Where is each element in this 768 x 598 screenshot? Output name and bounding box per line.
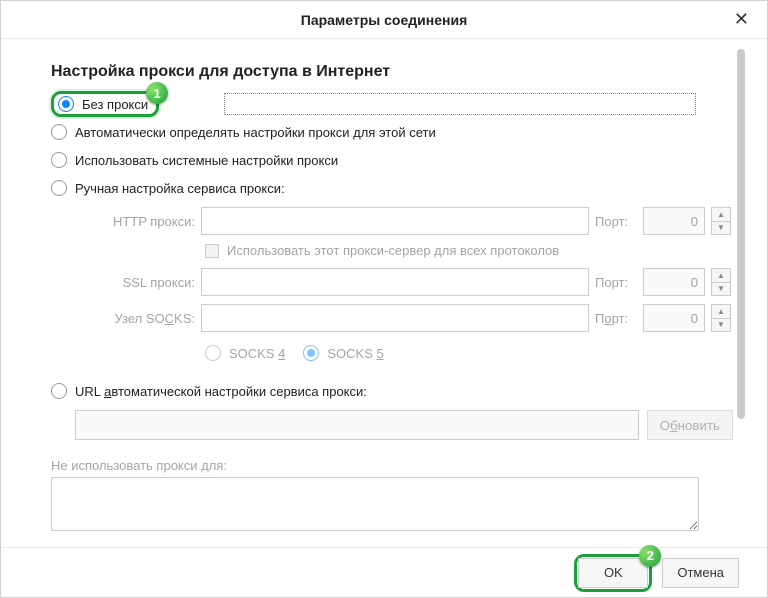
radio-no-proxy-row[interactable]: Без прокси 1 bbox=[51, 91, 733, 117]
use-for-all-checkbox[interactable] bbox=[205, 244, 219, 258]
dialog-footer: OK 2 Отмена bbox=[1, 547, 767, 597]
radio-manual-label: Ручная настройка сервиса прокси: bbox=[75, 181, 285, 196]
use-for-all-label: Использовать этот прокси-сервер для всех… bbox=[227, 243, 559, 258]
close-button[interactable]: ✕ bbox=[728, 9, 755, 30]
pac-input-row: Обновить bbox=[51, 410, 733, 440]
scrollbar-thumb[interactable] bbox=[737, 49, 745, 419]
focus-ring bbox=[224, 93, 696, 115]
radio-pac[interactable] bbox=[51, 383, 67, 399]
radio-system[interactable] bbox=[51, 152, 67, 168]
chevron-down-icon[interactable]: ▼ bbox=[712, 222, 730, 235]
radio-socks4-row[interactable]: SOCKS 4 bbox=[205, 340, 285, 366]
dialog-title: Параметры соединения bbox=[301, 12, 468, 28]
manual-proxy-grid: HTTP прокси: Порт: ▲▼ Использовать этот … bbox=[51, 207, 733, 368]
radio-auto-detect-label: Автоматически определять настройки прокс… bbox=[75, 125, 436, 140]
ssl-port-spinner[interactable]: ▲▼ bbox=[711, 268, 731, 296]
radio-socks5-label: SOCKS 5 bbox=[327, 346, 383, 361]
badge-1: 1 bbox=[146, 82, 168, 104]
radio-auto-detect[interactable] bbox=[51, 124, 67, 140]
ssl-proxy-label: SSL прокси: bbox=[75, 275, 195, 290]
socks-port-spinner[interactable]: ▲▼ bbox=[711, 304, 731, 332]
ssl-proxy-input[interactable] bbox=[201, 268, 589, 296]
scrollbar[interactable] bbox=[737, 49, 745, 529]
radio-socks4[interactable] bbox=[205, 345, 221, 361]
radio-pac-label: URL автоматической настройки сервиса про… bbox=[75, 384, 367, 399]
radio-no-proxy[interactable] bbox=[58, 96, 74, 112]
http-port-label: Порт: bbox=[595, 214, 637, 229]
socks-host-label: Узел SOCKS: bbox=[75, 311, 195, 326]
ssl-port-input[interactable] bbox=[643, 268, 705, 296]
radio-socks5[interactable] bbox=[303, 345, 319, 361]
socks-port-input[interactable] bbox=[643, 304, 705, 332]
socks-version-row: SOCKS 4 SOCKS 5 bbox=[75, 340, 733, 368]
http-proxy-label: HTTP прокси: bbox=[75, 214, 195, 229]
dialog-content: Настройка прокси для доступа в Интернет … bbox=[1, 39, 767, 547]
radio-pac-row[interactable]: URL автоматической настройки сервиса про… bbox=[51, 378, 733, 404]
socks-host-input[interactable] bbox=[201, 304, 589, 332]
radio-system-label: Использовать системные настройки прокси bbox=[75, 153, 338, 168]
no-proxy-for-label: Не использовать прокси для: bbox=[51, 458, 733, 473]
radio-no-proxy-label: Без прокси bbox=[82, 97, 148, 112]
no-proxy-for-textarea[interactable] bbox=[51, 477, 699, 531]
radio-manual-row[interactable]: Ручная настройка сервиса прокси: bbox=[51, 175, 733, 201]
chevron-up-icon[interactable]: ▲ bbox=[712, 208, 730, 222]
reload-button[interactable]: Обновить bbox=[647, 410, 733, 440]
cancel-button[interactable]: Отмена bbox=[662, 558, 739, 588]
http-port-spinner[interactable]: ▲▼ bbox=[711, 207, 731, 235]
proxy-heading: Настройка прокси для доступа в Интернет bbox=[51, 63, 733, 81]
badge-2: 2 bbox=[639, 545, 661, 567]
radio-socks4-label: SOCKS 4 bbox=[229, 346, 285, 361]
dialog-titlebar: Параметры соединения ✕ bbox=[1, 1, 767, 39]
chevron-down-icon[interactable]: ▼ bbox=[712, 319, 730, 332]
chevron-down-icon[interactable]: ▼ bbox=[712, 283, 730, 296]
ssl-port-label: Порт: bbox=[595, 275, 637, 290]
chevron-up-icon[interactable]: ▲ bbox=[712, 269, 730, 283]
callout-2: OK 2 bbox=[574, 554, 652, 592]
ok-button[interactable]: OK bbox=[578, 558, 648, 588]
chevron-up-icon[interactable]: ▲ bbox=[712, 305, 730, 319]
callout-1: Без прокси 1 bbox=[51, 91, 159, 117]
radio-system-row[interactable]: Использовать системные настройки прокси bbox=[51, 147, 733, 173]
http-port-input[interactable] bbox=[643, 207, 705, 235]
socks-port-label: Порт: bbox=[595, 311, 637, 326]
use-for-all-row[interactable]: Использовать этот прокси-сервер для всех… bbox=[75, 243, 733, 258]
radio-auto-detect-row[interactable]: Автоматически определять настройки прокс… bbox=[51, 119, 733, 145]
pac-url-input[interactable] bbox=[75, 410, 639, 440]
radio-socks5-row[interactable]: SOCKS 5 bbox=[303, 340, 383, 366]
radio-manual[interactable] bbox=[51, 180, 67, 196]
http-proxy-input[interactable] bbox=[201, 207, 589, 235]
